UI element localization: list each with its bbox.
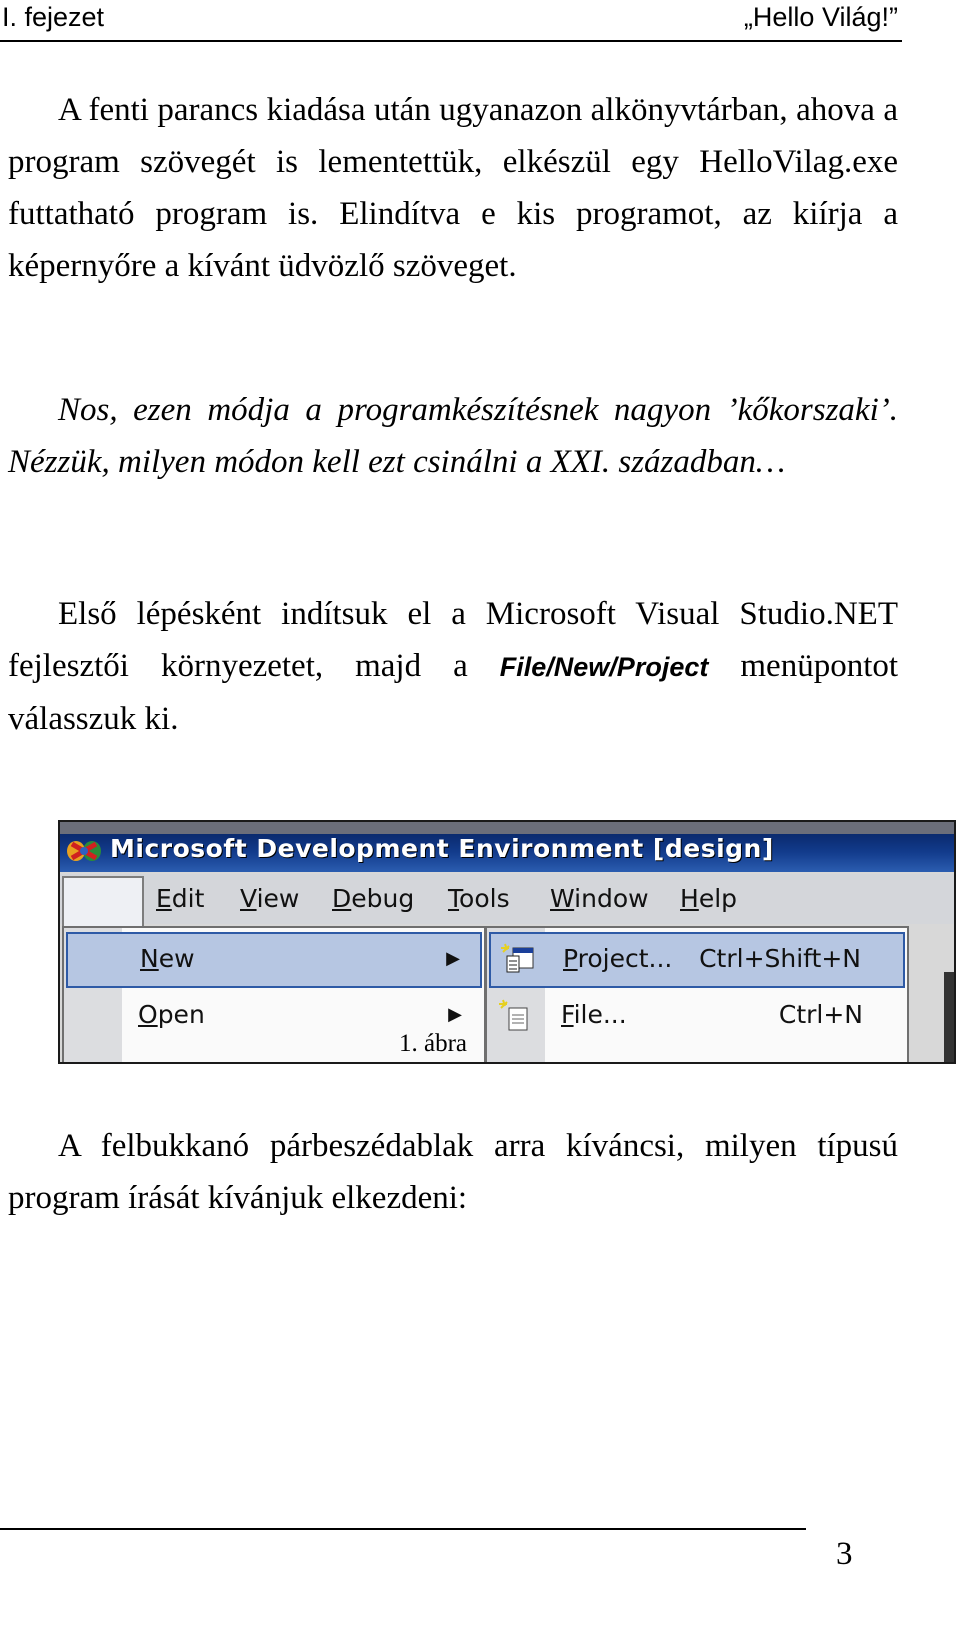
footer-rule bbox=[0, 1528, 806, 1530]
chapter-label: I. fejezet bbox=[2, 2, 105, 32]
paragraph-1-text: A fenti parancs kiadása után ugyanazon a… bbox=[8, 92, 898, 284]
menu-item-newfile-label: File... bbox=[561, 1000, 627, 1029]
vs-logo-icon bbox=[67, 841, 101, 861]
window-titlebar: Microsoft Development Environment [desig… bbox=[60, 822, 954, 872]
shortcut-newfile: Ctrl+N bbox=[778, 1000, 863, 1029]
paragraph-2: Nos, ezen módja a programkészítésnek nag… bbox=[8, 384, 898, 488]
paragraph-4-text: A felbukkanó párbeszédablak arra kíváncs… bbox=[8, 1128, 898, 1216]
menu-view[interactable]: View bbox=[240, 884, 299, 913]
menu-edit[interactable]: Edit bbox=[156, 884, 204, 913]
menu-help[interactable]: Help bbox=[680, 884, 737, 913]
menu-path: File/New/Project bbox=[499, 652, 709, 682]
new-file-icon bbox=[499, 999, 528, 1031]
menu-item-project-label: Project... bbox=[563, 944, 673, 973]
menu-item-new-label: New bbox=[140, 944, 195, 973]
paragraph-1: A fenti parancs kiadása után ugyanazon a… bbox=[8, 84, 898, 292]
page-number: 3 bbox=[836, 1536, 853, 1572]
window-title: Microsoft Development Environment [desig… bbox=[110, 834, 774, 863]
figure-screenshot: Microsoft Development Environment [desig… bbox=[58, 820, 956, 1064]
paragraph-2-text: Nos, ezen módja a programkészítésnek nag… bbox=[8, 392, 898, 480]
submenu-arrow-icon: ▶ bbox=[446, 948, 460, 969]
shortcut-project: Ctrl+Shift+N bbox=[699, 944, 861, 973]
menu-item-project[interactable]: Project... Ctrl+Shift+N bbox=[489, 932, 905, 988]
menu-item-new[interactable]: New ▶ bbox=[66, 932, 482, 988]
menu-item-open-label: Open bbox=[138, 1000, 205, 1029]
new-project-icon bbox=[501, 943, 534, 973]
paragraph-3: Első lépésként indítsuk el a Microsoft V… bbox=[8, 588, 898, 745]
window-edge bbox=[944, 972, 954, 1062]
menu-window[interactable]: Window bbox=[550, 884, 649, 913]
menu-debug[interactable]: Debug bbox=[332, 884, 414, 913]
submenu-arrow-icon: ▶ bbox=[448, 1004, 462, 1025]
menu-tools[interactable]: Tools bbox=[448, 884, 510, 913]
section-title: „Hello Világ!” bbox=[743, 2, 898, 32]
menu-bar: File Edit View Debug Tools Window Help bbox=[60, 874, 954, 924]
page-header: I. fejezet „Hello Világ!” bbox=[0, 0, 902, 42]
paragraph-4: A felbukkanó párbeszédablak arra kíváncs… bbox=[8, 1120, 898, 1224]
figure-caption: 1. ábra bbox=[398, 1030, 468, 1057]
